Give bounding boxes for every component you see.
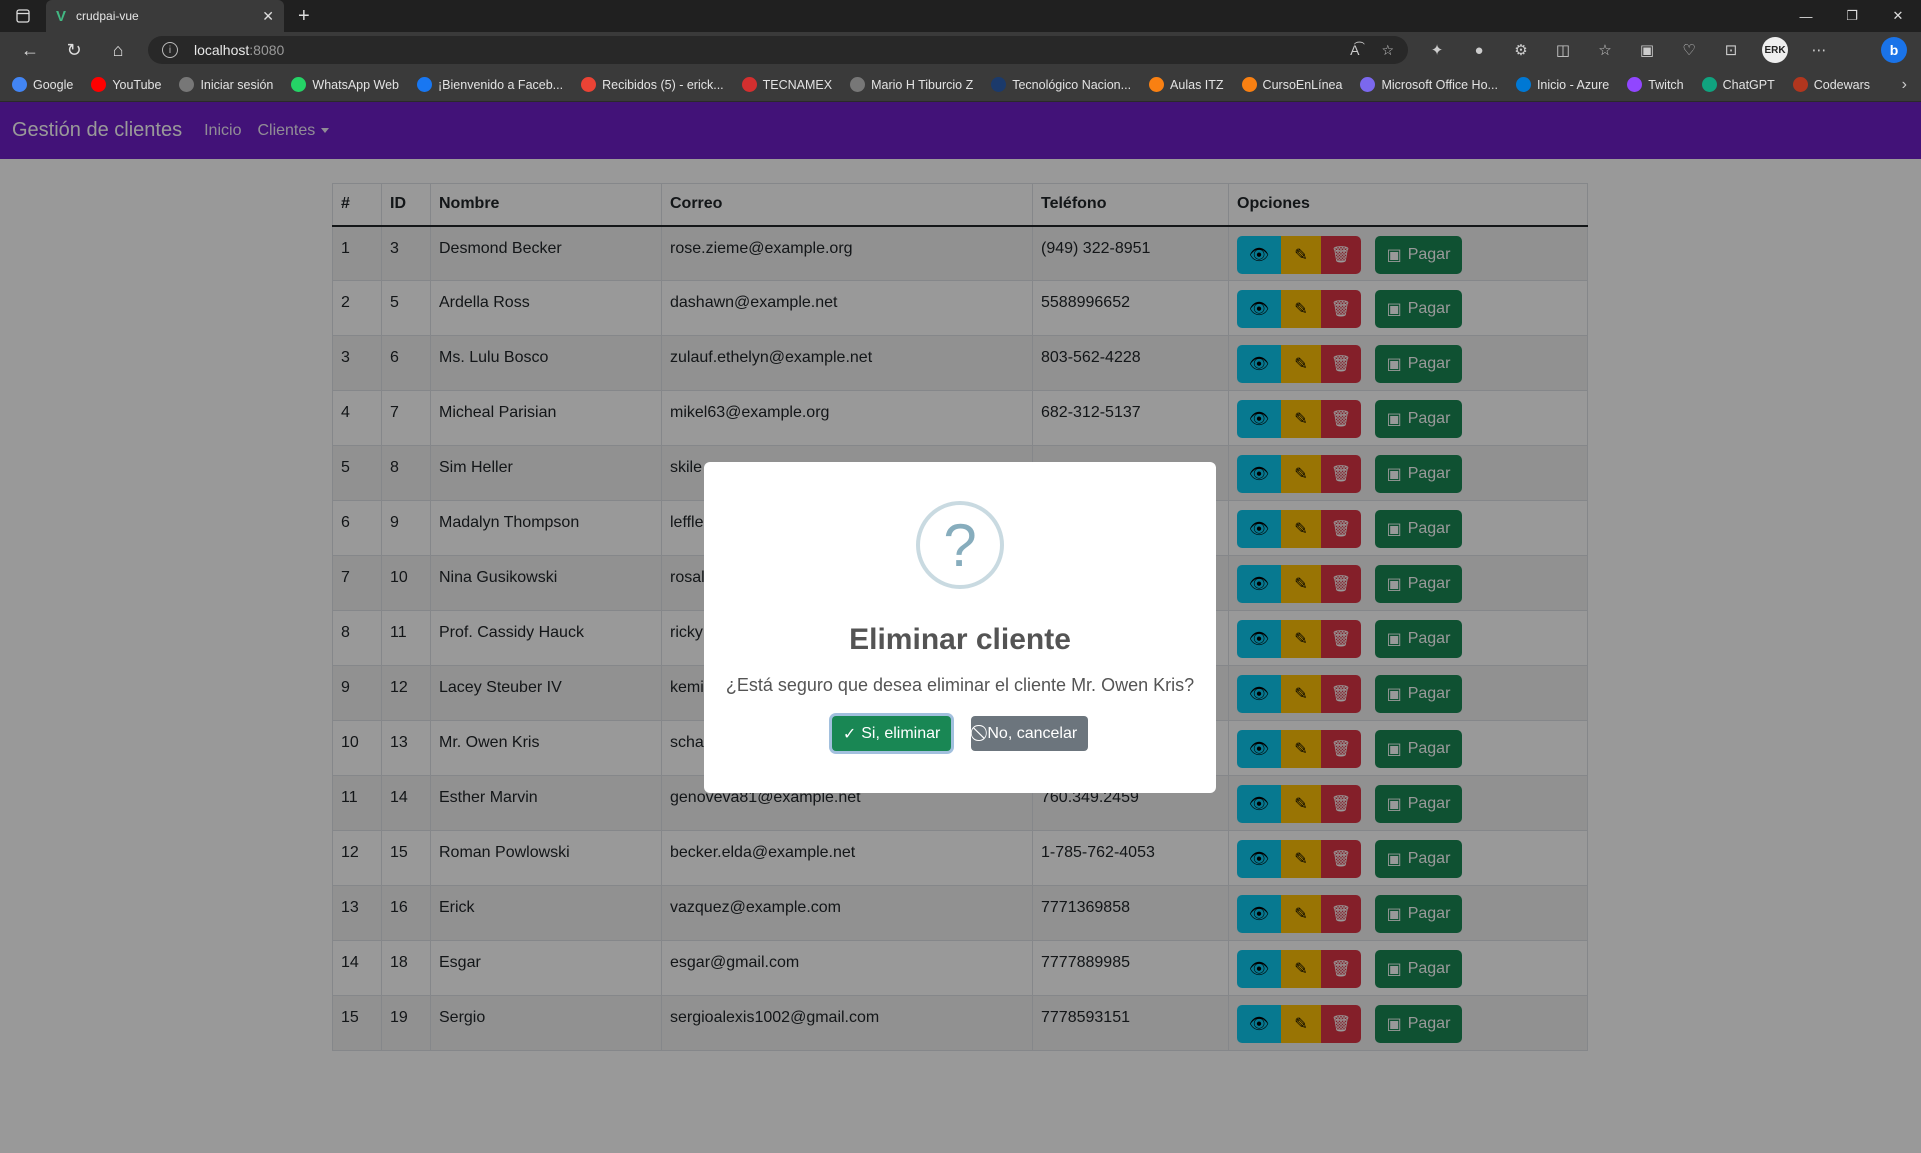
- cancel-label: No, cancelar: [987, 724, 1078, 742]
- bookmark-label: WhatsApp Web: [312, 77, 400, 92]
- bookmark-item[interactable]: Microsoft Office Ho...: [1360, 77, 1498, 92]
- bookmark-item[interactable]: Iniciar sesión: [179, 77, 273, 92]
- home-icon[interactable]: ⌂: [96, 34, 140, 66]
- bookmark-item[interactable]: Tecnológico Nacion...: [991, 77, 1131, 92]
- bookmarks-bar: Google YouTube Iniciar sesión WhatsApp Web ¡…: [0, 68, 1921, 102]
- chatgpt-icon: [1701, 77, 1717, 92]
- bookmark-item[interactable]: Inicio - Azure: [1515, 77, 1610, 92]
- bookmark-label: TECNAMEX: [762, 77, 833, 92]
- url-port: :8080: [249, 42, 285, 58]
- tab-actions-icon[interactable]: [0, 0, 46, 32]
- youtube-icon: [91, 77, 107, 92]
- url-host: localhost: [194, 42, 250, 58]
- favorites-icon[interactable]: ☆: [1594, 41, 1616, 59]
- window-controls: — ❐ ✕: [1783, 0, 1921, 32]
- close-window-icon[interactable]: ✕: [1875, 0, 1921, 32]
- bookmark-label: Google: [33, 77, 74, 92]
- dialog-text: ¿Está seguro que desea eliminar el clien…: [725, 675, 1195, 695]
- check-icon: ✓: [842, 725, 857, 743]
- tab-title: crudpai-vue: [76, 9, 139, 23]
- bookmark-label: Tecnológico Nacion...: [1012, 77, 1132, 92]
- favorite-star-icon[interactable]: ☆: [1381, 42, 1394, 59]
- bookmark-label: ¡Bienvenido a Faceb...: [438, 77, 564, 92]
- confirm-delete-button[interactable]: ✓ Si, eliminar: [831, 716, 952, 751]
- bookmark-label: Aulas ITZ: [1170, 77, 1224, 92]
- collections-icon[interactable]: ▣: [1636, 41, 1658, 59]
- cancel-button[interactable]: ⃠ No, cancelar: [971, 716, 1089, 751]
- back-icon[interactable]: ←: [8, 34, 52, 66]
- close-tab-icon[interactable]: ✕: [262, 8, 274, 25]
- bookmark-item[interactable]: Mario H Tiburcio Z: [850, 77, 973, 92]
- moodle-icon: [1149, 77, 1165, 92]
- performance-icon[interactable]: ♡: [1678, 41, 1700, 59]
- google-icon: [12, 77, 27, 92]
- bookmark-item[interactable]: Recibidos (5) - erick...: [581, 77, 724, 92]
- tecnm-icon: [991, 77, 1007, 92]
- bookmark-item[interactable]: ChatGPT: [1701, 77, 1775, 92]
- gmail-icon: [581, 77, 597, 92]
- bookmark-item[interactable]: TECNAMEX: [741, 77, 833, 92]
- vue-icon: V: [56, 7, 67, 25]
- bookmark-label: YouTube: [112, 77, 162, 92]
- restore-icon[interactable]: ❐: [1829, 0, 1875, 32]
- extension-icon-2[interactable]: ●: [1468, 42, 1490, 59]
- new-tab-icon[interactable]: +: [298, 5, 310, 28]
- minimize-icon[interactable]: —: [1783, 0, 1829, 32]
- bookmarks-overflow-icon[interactable]: ›: [1902, 76, 1907, 94]
- bookmark-label: CursoEnLínea: [1262, 77, 1343, 92]
- address-bar-row: ← ↻ ⌂ i localhost:8080 A͡ ☆ ✦ ● ⚙ ◫ ☆ ▣ …: [0, 32, 1921, 68]
- moodle-icon: [1241, 77, 1257, 92]
- screenshot-icon[interactable]: ⊡: [1720, 41, 1742, 59]
- bookmark-label: Mario H Tiburcio Z: [871, 77, 974, 92]
- extension-icon[interactable]: ✦: [1426, 41, 1448, 59]
- dialog-title: Eliminar cliente: [849, 623, 1071, 656]
- url-field[interactable]: i localhost:8080 A͡ ☆: [148, 36, 1408, 64]
- codewars-icon: [1792, 77, 1808, 92]
- profile-avatar[interactable]: ERK: [1762, 37, 1788, 63]
- facebook-icon: [417, 77, 433, 92]
- more-menu-icon[interactable]: ⋯: [1808, 41, 1830, 59]
- extensions-icon[interactable]: ⚙: [1510, 41, 1532, 59]
- azure-icon: [1515, 77, 1531, 92]
- browser-tab-bar: V crudpai-vue ✕ + — ❐ ✕: [0, 0, 1921, 32]
- split-screen-icon[interactable]: ◫: [1552, 41, 1574, 59]
- page-icon: [850, 77, 866, 92]
- delete-confirm-dialog: ? Eliminar cliente ¿Está seguro que dese…: [704, 462, 1216, 793]
- page-icon: [179, 77, 195, 92]
- bookmark-label: Iniciar sesión: [200, 77, 274, 92]
- bookmark-item[interactable]: Twitch: [1627, 77, 1684, 92]
- bookmark-item[interactable]: Aulas ITZ: [1149, 77, 1224, 92]
- tecnamex-icon: [741, 77, 757, 92]
- whatsapp-icon: [291, 77, 307, 92]
- bookmark-item[interactable]: Codewars: [1792, 77, 1871, 92]
- question-icon: ?: [916, 501, 1004, 589]
- bookmark-label: Codewars: [1813, 77, 1871, 92]
- bookmark-label: Microsoft Office Ho...: [1381, 77, 1498, 92]
- bookmark-item[interactable]: Google: [12, 77, 73, 92]
- refresh-icon[interactable]: ↻: [52, 34, 96, 66]
- browser-toolbar: ✦ ● ⚙ ◫ ☆ ▣ ♡ ⊡ ERK ⋯: [1426, 37, 1830, 63]
- confirm-label: Si, eliminar: [861, 724, 941, 742]
- bookmark-label: Twitch: [1648, 77, 1684, 92]
- office-icon: [1360, 77, 1376, 92]
- bookmark-item[interactable]: ¡Bienvenido a Faceb...: [417, 77, 563, 92]
- info-icon[interactable]: i: [162, 42, 178, 58]
- bookmark-label: Inicio - Azure: [1536, 77, 1610, 92]
- browser-tab[interactable]: V crudpai-vue ✕: [46, 0, 284, 32]
- bookmark-label: ChatGPT: [1722, 77, 1775, 92]
- bookmark-item[interactable]: WhatsApp Web: [291, 77, 399, 92]
- bookmark-item[interactable]: YouTube: [91, 77, 161, 92]
- bookmark-item[interactable]: CursoEnLínea: [1241, 77, 1343, 92]
- bookmark-label: Recibidos (5) - erick...: [602, 77, 724, 92]
- read-aloud-icon[interactable]: A͡: [1350, 42, 1359, 59]
- bing-copilot-icon[interactable]: b: [1881, 37, 1907, 63]
- twitch-icon: [1627, 77, 1643, 92]
